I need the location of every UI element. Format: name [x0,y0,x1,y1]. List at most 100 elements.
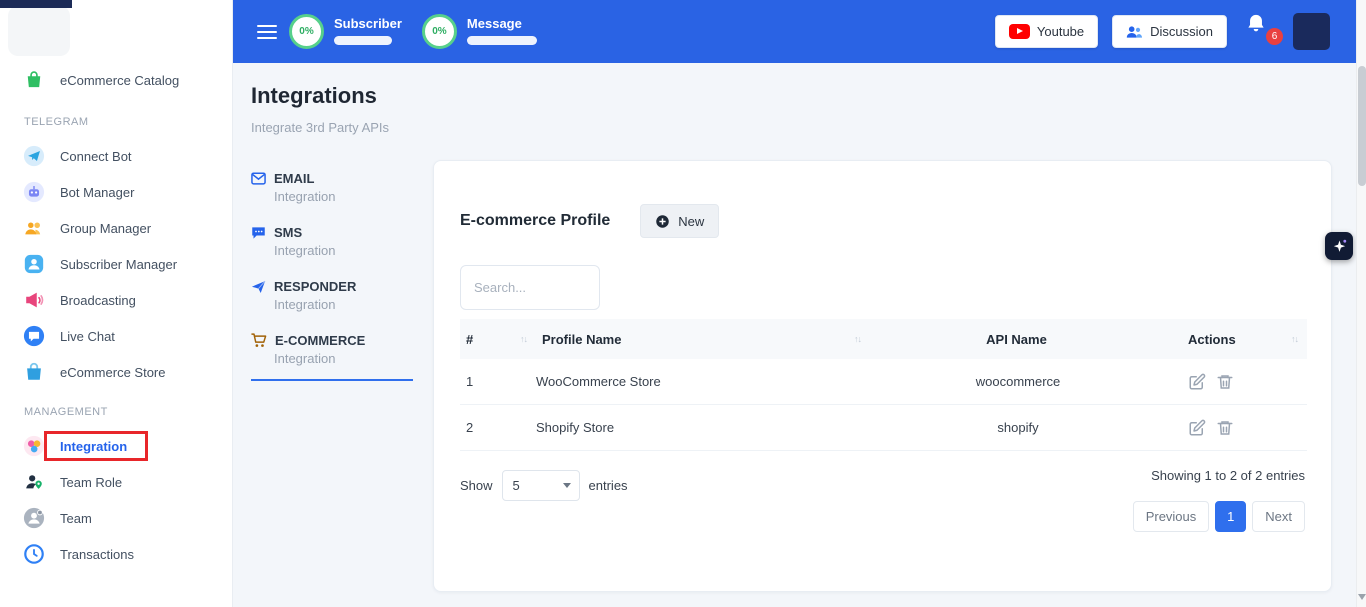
sidebar-item-integration[interactable]: Integration [0,428,232,464]
row-num: 1 [460,374,536,389]
shopping-bag-green-icon [22,69,45,92]
table-header-actions[interactable]: Actions ↑↓ [1166,332,1307,347]
notifications-bell[interactable]: 6 [1245,12,1277,52]
sidebar-item-bot-manager[interactable]: Bot Manager [0,174,232,210]
tab-title: SMS [274,225,302,240]
sidebar-item-label: eCommerce Catalog [60,73,179,88]
discussion-button-label: Discussion [1150,24,1213,39]
subscriber-stat-label: Subscriber [334,16,402,31]
subscriber-stat: 0% Subscriber [289,14,402,49]
ai-assistant-fab[interactable] [1325,232,1353,260]
page-scrollbar[interactable] [1356,0,1366,607]
integration-tabs: EMAIL Integration SMS Integration [251,165,413,381]
message-stat-value-pill [467,36,537,45]
tab-subtitle: Integration [274,189,413,204]
sidebar-item-team[interactable]: Team [0,500,232,536]
edit-button[interactable] [1188,373,1206,391]
search-input[interactable] [460,265,600,310]
robot-icon [22,181,45,204]
delete-button[interactable] [1216,373,1234,391]
tab-ecommerce-integration[interactable]: E-COMMERCE Integration [251,327,413,381]
sidebar-item-live-chat[interactable]: Live Chat [0,318,232,354]
table-row: 1 WooCommerce Store woocommerce [460,359,1307,405]
tab-sms-integration[interactable]: SMS Integration [251,219,413,273]
table-header-api-name[interactable]: API Name [870,332,1166,347]
youtube-icon [1009,24,1030,39]
sidebar-item-label: Transactions [60,547,134,562]
edit-button[interactable] [1188,419,1206,437]
subscriber-card-icon [22,253,45,276]
entries-select-wrap: 5 [502,470,580,501]
message-stat: 0% Message [422,14,537,49]
table-row: 2 Shopify Store shopify [460,405,1307,451]
sidebar-item-connect-bot[interactable]: Connect Bot [0,138,232,174]
sidebar-item-ecommerce-catalog[interactable]: eCommerce Catalog [0,60,232,100]
tab-subtitle: Integration [274,243,413,258]
message-stat-label: Message [467,16,537,31]
pagination-previous-button[interactable]: Previous [1133,501,1210,532]
users-group-icon [22,217,45,240]
shopping-bag-blue-icon [22,361,45,384]
tab-title: E-COMMERCE [275,333,365,348]
corner-strip [0,0,72,8]
sidebar-item-broadcasting[interactable]: Broadcasting [0,282,232,318]
discussion-icon [1126,25,1143,39]
tab-subtitle: Integration [274,297,413,312]
new-profile-button[interactable]: New [640,204,719,238]
message-progress-circle: 0% [422,14,457,49]
table-header-num[interactable]: # ↑↓ [460,332,536,347]
user-avatar[interactable] [1293,13,1330,50]
transactions-clock-icon [22,543,45,566]
sidebar-item-label: Team [60,511,92,526]
sidebar-item-transactions[interactable]: Transactions [0,536,232,572]
sidebar-item-label: Subscriber Manager [60,257,177,272]
bell-icon [1245,12,1267,36]
page-subtitle: Integrate 3rd Party APIs [251,120,389,135]
delete-button[interactable] [1216,419,1234,437]
youtube-button-label: Youtube [1037,24,1084,39]
discussion-button[interactable]: Discussion [1112,15,1227,48]
sidebar-item-group-manager[interactable]: Group Manager [0,210,232,246]
hamburger-menu-icon[interactable] [257,25,277,39]
sidebar-item-label: Connect Bot [60,149,132,164]
sidebar-item-team-role[interactable]: Team Role [0,464,232,500]
sparkle-icon [1331,238,1348,255]
logo-watermark [8,6,70,56]
entries-select[interactable]: 5 [502,470,580,501]
tab-title: EMAIL [274,171,314,186]
tab-subtitle: Integration [274,351,413,366]
page-title: Integrations [251,83,377,109]
topbar: 0% Subscriber 0% Message Youtube Discuss… [233,0,1366,63]
cart-icon [251,333,267,348]
sidebar-item-subscriber-manager[interactable]: Subscriber Manager [0,246,232,282]
plus-circle-icon [655,214,670,229]
sidebar-item-label: eCommerce Store [60,365,165,380]
pagination-next-button[interactable]: Next [1252,501,1305,532]
entries-label: entries [589,478,628,493]
tab-title: RESPONDER [274,279,356,294]
megaphone-icon [22,289,45,312]
row-api-name: woocommerce [870,374,1166,389]
tab-responder-integration[interactable]: RESPONDER Integration [251,273,413,327]
ecommerce-profile-card: E-commerce Profile New # ↑↓ Profile [433,160,1332,592]
card-title: E-commerce Profile [460,212,610,230]
tab-email-integration[interactable]: EMAIL Integration [251,165,413,219]
pagination-page-1-button[interactable]: 1 [1215,501,1246,532]
app-root: 0% Subscriber 0% Message Youtube Discuss… [0,0,1366,607]
table-header-profile-name[interactable]: Profile Name ↑↓ [536,332,870,347]
subscriber-stat-value-pill [334,36,392,45]
sidebar-item-label: Group Manager [60,221,151,236]
row-profile-name: WooCommerce Store [536,374,870,389]
main-content: Integrations Integrate 3rd Party APIs EM… [233,63,1356,607]
scrollbar-thumb[interactable] [1358,66,1366,186]
show-label: Show [460,478,493,493]
new-profile-button-label: New [678,214,704,229]
sidebar-item-ecommerce-store[interactable]: eCommerce Store [0,354,232,390]
youtube-button[interactable]: Youtube [995,15,1098,48]
integration-dots-icon [22,435,45,458]
sidebar-item-label: Bot Manager [60,185,134,200]
scrollbar-down-arrow-icon[interactable] [1358,594,1366,604]
paper-plane-icon [251,280,266,294]
showing-entries-text: Showing 1 to 2 of 2 entries [1151,468,1305,483]
sidebar: eCommerce Catalog TELEGRAM Connect Bot B… [0,0,233,607]
